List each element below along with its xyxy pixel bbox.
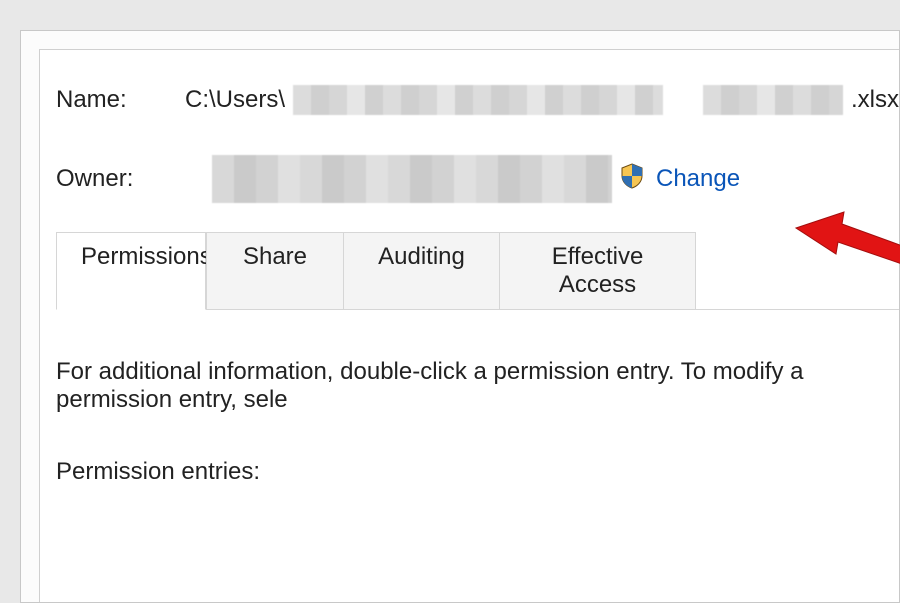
path-prefix: C:\Users\ — [185, 86, 285, 114]
redacted-path-segment — [293, 85, 663, 115]
window-frame: Name: C:\Users\ .xlsx Owner: — [20, 30, 900, 603]
file-extension: .xlsx — [851, 86, 899, 114]
owner-row: Owner: Change — [56, 155, 899, 203]
shield-icon — [620, 163, 644, 196]
redacted-owner — [212, 155, 612, 203]
redacted-path-segment — [703, 85, 843, 115]
name-label: Name: — [56, 86, 185, 114]
name-row: Name: C:\Users\ .xlsx — [56, 85, 899, 115]
tab-bar: Permissions Share Auditing Effective Acc… — [56, 231, 899, 310]
owner-value: Change — [212, 155, 740, 203]
tab-effective-access[interactable]: Effective Access — [500, 232, 696, 310]
tab-share[interactable]: Share — [206, 232, 344, 310]
name-value: C:\Users\ .xlsx — [185, 85, 899, 115]
tab-permissions[interactable]: Permissions — [56, 232, 206, 310]
permissions-info-text: For additional information, double-click… — [56, 358, 899, 414]
owner-label: Owner: — [56, 165, 212, 193]
permission-entries-label: Permission entries: — [56, 458, 899, 486]
change-owner-link[interactable]: Change — [656, 165, 740, 193]
tab-auditing[interactable]: Auditing — [344, 232, 500, 310]
advanced-security-panel: Name: C:\Users\ .xlsx Owner: — [39, 49, 899, 602]
